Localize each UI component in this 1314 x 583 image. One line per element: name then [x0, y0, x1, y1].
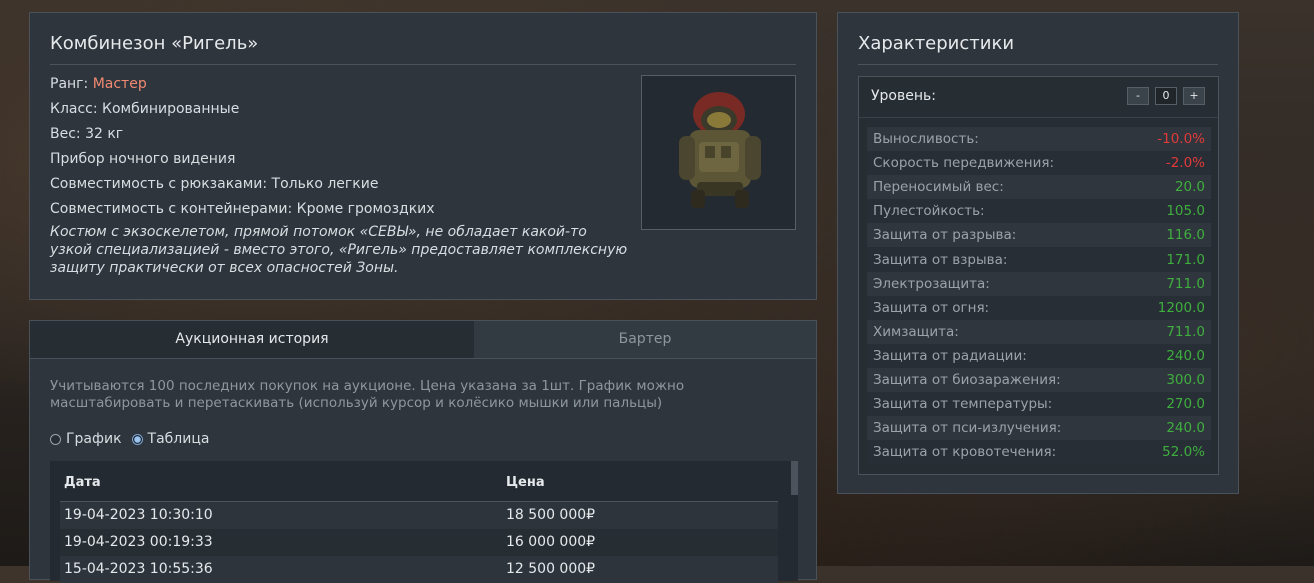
stat-value: 1200.0	[1157, 299, 1205, 316]
view-toggle: График Таблица	[50, 431, 219, 447]
stat-name: Химзащита:	[873, 323, 959, 340]
stat-name: Защита от радиации:	[873, 347, 1027, 364]
row-price: 16 000 000₽	[506, 534, 596, 550]
stat-row: Защита от взрыва: 171.0	[867, 247, 1211, 272]
stat-value: 52.0%	[1162, 444, 1205, 461]
container-compat-row: Совместимость с контейнерами: Кроме гром…	[50, 201, 435, 217]
stat-value: 116.0	[1166, 227, 1205, 244]
class-row: Класс: Комбинированные	[50, 101, 240, 117]
stat-name: Переносимый вес:	[873, 179, 1004, 196]
level-decrease-button[interactable]: -	[1127, 87, 1149, 105]
item-image	[641, 75, 796, 230]
stat-value: 711.0	[1166, 323, 1205, 340]
level-row: Уровень: - 0 +	[859, 77, 1218, 118]
item-title: Комбинезон «Ригель»	[50, 33, 796, 65]
stat-value: 240.0	[1166, 420, 1205, 437]
stat-row: Переносимый вес: 20.0	[867, 175, 1211, 200]
rank-row: Ранг: Мастер	[50, 75, 630, 100]
rank-value: Мастер	[92, 76, 147, 92]
stats-box: Уровень: - 0 + Выносливость: -10.0% Скорос…	[858, 76, 1219, 475]
stat-row: Пулестойкость: 105.0	[867, 199, 1211, 224]
stat-row: Защита от огня: 1200.0	[867, 295, 1211, 320]
column-price[interactable]: Цена	[506, 475, 545, 490]
stat-row: Выносливость: -10.0%	[867, 127, 1211, 151]
radio-graph-label[interactable]: График	[66, 431, 122, 447]
rank-label: Ранг:	[50, 76, 93, 92]
stat-value: 711.0	[1166, 275, 1205, 292]
stat-row: Электрозащита: 711.0	[867, 271, 1211, 296]
stat-value: 171.0	[1166, 251, 1205, 268]
stat-name: Электрозащита:	[873, 275, 990, 292]
stat-value: -10.0%	[1157, 131, 1205, 147]
row-date: 19-04-2023 00:19:33	[64, 534, 213, 550]
night-vision-row: Прибор ночного видения	[50, 151, 236, 167]
stat-row: Защита от пси-излучения: 240.0	[867, 416, 1211, 441]
stat-value: 105.0	[1166, 203, 1205, 220]
stat-row: Защита от радиации: 240.0	[867, 343, 1211, 368]
level-value-field[interactable]: 0	[1155, 87, 1177, 105]
history-panel: Аукционная история Бартер Учитываются 10…	[29, 320, 817, 583]
row-price: 12 500 000₽	[506, 561, 596, 577]
stats-title: Характеристики	[858, 33, 1218, 65]
stat-row: Защита от разрыва: 116.0	[867, 223, 1211, 248]
radio-table-label[interactable]: Таблица	[148, 431, 210, 447]
history-tabs: Аукционная история Бартер	[30, 321, 816, 359]
tab-auction-history[interactable]: Аукционная история	[30, 321, 474, 358]
table-row: 19-04-2023 10:30:10 18 500 000₽	[60, 502, 778, 529]
stat-name: Защита от температуры:	[873, 396, 1053, 413]
stat-name: Защита от биозаражения:	[873, 372, 1061, 388]
level-increase-button[interactable]: +	[1183, 87, 1205, 105]
stats-panel: Характеристики Уровень: - 0 + Выносливос…	[837, 12, 1239, 494]
stat-value: 20.0	[1174, 179, 1205, 196]
table-row: 15-04-2023 10:55:36 12 500 000₽	[60, 556, 778, 583]
row-date: 15-04-2023 10:55:36	[64, 561, 213, 577]
stat-name: Скорость передвижения:	[873, 155, 1055, 172]
stat-row: Химзащита: 711.0	[867, 319, 1211, 344]
stat-value: -2.0%	[1165, 155, 1205, 172]
stat-value: 240.0	[1166, 347, 1205, 364]
level-label: Уровень:	[871, 88, 936, 104]
stat-name: Защита от кровотечения:	[873, 444, 1057, 461]
stat-row: Скорость передвижения: -2.0%	[867, 151, 1211, 176]
row-price: 18 500 000₽	[506, 507, 596, 523]
table-header: Дата Цена	[60, 461, 778, 502]
table-scrollbar[interactable]	[791, 461, 798, 495]
stat-name: Защита от разрыва:	[873, 227, 1017, 244]
stat-name: Защита от взрыва:	[873, 251, 1008, 268]
weight-row: Вес: 32 кг	[50, 126, 124, 142]
stat-row: Защита от кровотечения: 52.0%	[867, 440, 1211, 465]
radio-graph[interactable]	[50, 433, 61, 445]
table-row: 19-04-2023 00:19:33 16 000 000₽	[60, 529, 778, 556]
stat-value: 300.0	[1166, 372, 1205, 388]
column-date[interactable]: Дата	[64, 475, 101, 490]
suit-icon	[679, 92, 761, 208]
radio-table[interactable]	[131, 433, 143, 445]
history-table: Дата Цена 19-04-2023 10:30:10 18 500 000…	[50, 461, 798, 583]
item-description: Костюм с экзоскелетом, прямой потомок «С…	[50, 224, 628, 276]
stat-value: 270.0	[1166, 396, 1205, 413]
stat-name: Пулестойкость:	[873, 203, 985, 220]
stat-name: Защита от огня:	[873, 299, 990, 316]
stat-name: Защита от пси-излучения:	[873, 420, 1062, 437]
backpack-compat-row: Совместимость с рюкзаками: Только легкие	[50, 176, 379, 192]
item-properties: Ранг: Мастер Класс: Комбинированные Вес:…	[50, 75, 630, 277]
stat-name: Выносливость:	[873, 131, 979, 147]
stat-row: Защита от температуры: 270.0	[867, 392, 1211, 417]
history-hint: Учитываются 100 последних покупок на аук…	[50, 378, 685, 411]
stat-row: Защита от биозаражения: 300.0	[867, 368, 1211, 392]
row-date: 19-04-2023 10:30:10	[64, 507, 213, 523]
item-panel: Комбинезон «Ригель» Ранг: Мастер Класс: …	[29, 12, 817, 300]
tab-barter[interactable]: Бартер	[474, 321, 816, 358]
